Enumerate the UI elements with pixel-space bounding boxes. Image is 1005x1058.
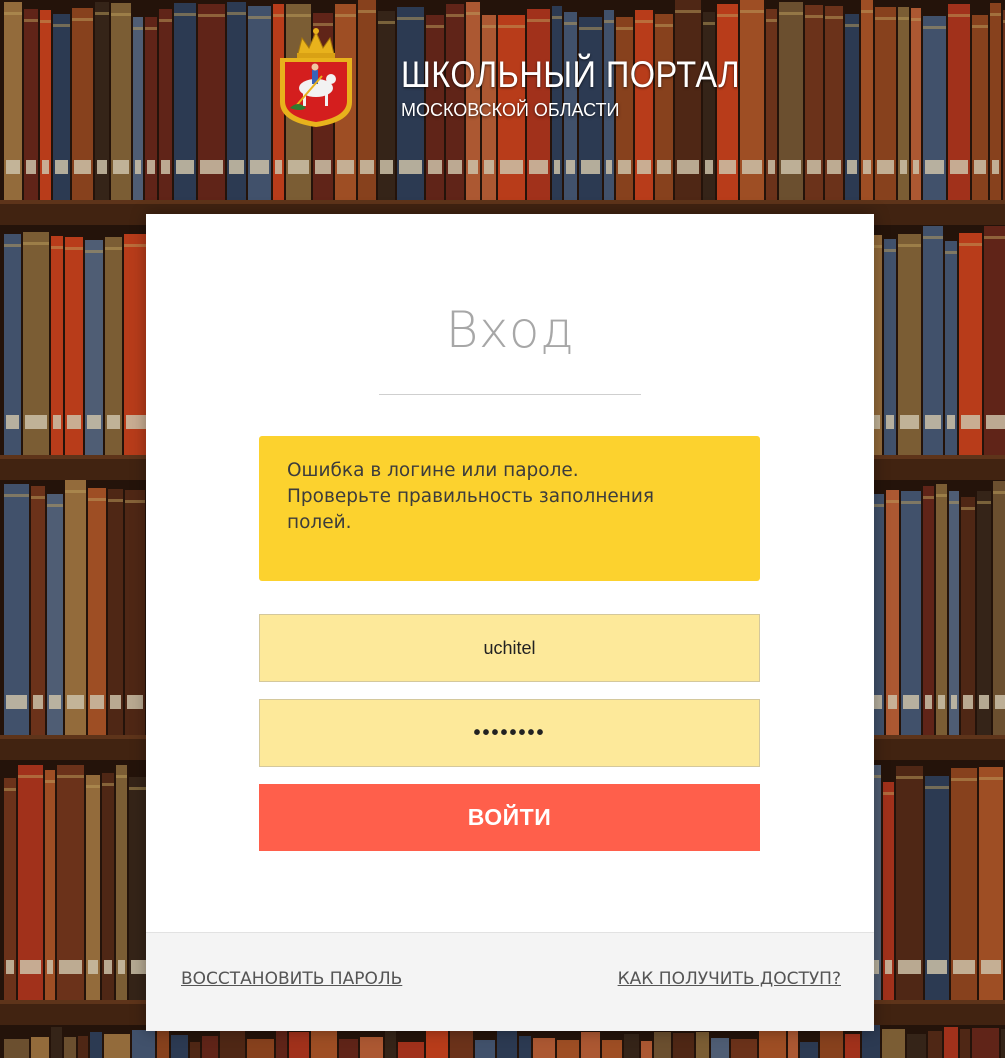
portal-title: ШКОЛЬНЫЙ ПОРТАЛ <box>401 54 741 95</box>
card-footer: ВОССТАНОВИТЬ ПАРОЛЬ КАК ПОЛУЧИТЬ ДОСТУП? <box>146 932 874 1031</box>
error-line: Ошибка в логине или пароле. <box>287 460 579 481</box>
username-field[interactable] <box>259 614 760 682</box>
password-field[interactable] <box>259 699 760 767</box>
login-card: Вход Ошибка в логине или пароле. Проверь… <box>146 214 874 1031</box>
error-line: Проверьте правильность заполнения <box>287 486 655 507</box>
error-alert: Ошибка в логине или пароле. Проверьте пр… <box>259 436 760 581</box>
error-line: полей. <box>287 512 352 533</box>
login-button[interactable]: ВОЙТИ <box>259 784 760 851</box>
portal-subtitle: МОСКОВСКОЙ ОБЛАСТИ <box>401 100 620 120</box>
title-divider <box>379 394 641 395</box>
get-access-link[interactable]: КАК ПОЛУЧИТЬ ДОСТУП? <box>618 969 841 989</box>
login-title: Вход <box>445 301 575 359</box>
moscow-oblast-emblem <box>280 28 352 127</box>
restore-password-link[interactable]: ВОССТАНОВИТЬ ПАРОЛЬ <box>181 969 402 989</box>
